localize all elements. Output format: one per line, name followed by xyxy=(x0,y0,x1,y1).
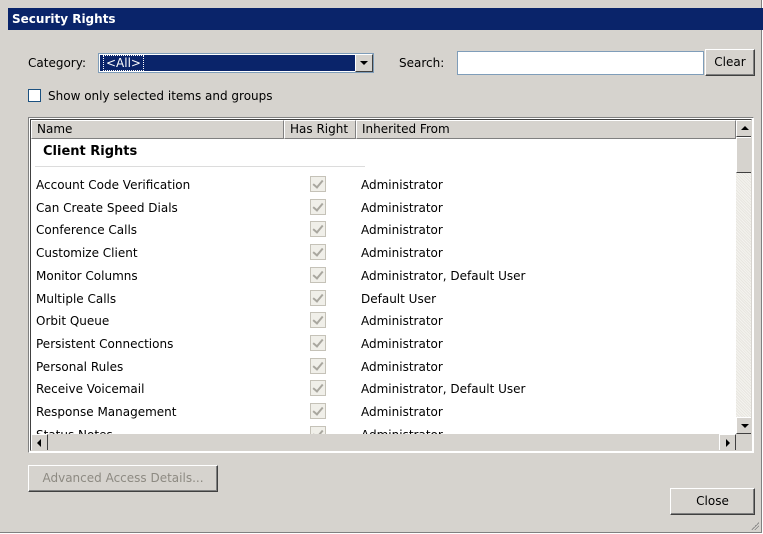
inherited-from: Default User xyxy=(361,291,437,306)
right-name: Personal Rules xyxy=(36,359,124,374)
table-row[interactable]: Persistent Connections Administrator xyxy=(31,333,731,355)
right-name: Persistent Connections xyxy=(36,336,174,351)
right-name: Conference Calls xyxy=(36,223,138,238)
table-row[interactable]: Monitor Columns Administrator, Default Us… xyxy=(31,265,731,287)
has-right-checkbox[interactable] xyxy=(310,312,326,329)
right-name: Customize Client xyxy=(36,246,138,261)
inherited-from: Administrator xyxy=(361,359,443,374)
inherited-from: Administrator, Default User xyxy=(361,382,526,397)
scroll-up-button[interactable] xyxy=(736,120,751,137)
column-header-has-right[interactable]: Has Right xyxy=(284,120,356,139)
window-title: Security Rights xyxy=(8,8,763,30)
has-right-checkbox[interactable] xyxy=(310,176,326,192)
has-right-checkbox[interactable] xyxy=(310,221,326,238)
arrow-right-icon xyxy=(726,439,730,447)
group-header-client-rights: Client Rights xyxy=(43,144,138,159)
vertical-scrollbar[interactable] xyxy=(736,120,751,434)
resize-grip[interactable] xyxy=(749,520,759,530)
has-right-checkbox[interactable] xyxy=(310,403,326,419)
table-row[interactable]: Can Create Speed Dials Administrator xyxy=(31,197,731,219)
table-row[interactable]: Multiple Calls Default User xyxy=(31,288,731,310)
search-label: Search: xyxy=(399,56,445,70)
right-name: Can Create Speed Dials xyxy=(36,200,178,215)
dropdown-arrow-button[interactable] xyxy=(355,54,373,72)
has-right-checkbox[interactable] xyxy=(310,244,326,261)
inherited-from: Administrator xyxy=(361,223,443,238)
inherited-from: Administrator xyxy=(361,336,443,351)
vertical-scroll-thumb[interactable] xyxy=(736,137,751,173)
chevron-down-icon xyxy=(360,61,368,65)
has-right-checkbox[interactable] xyxy=(310,266,326,283)
advanced-access-details-button[interactable]: Advanced Access Details... xyxy=(28,465,218,492)
group-divider xyxy=(35,166,365,167)
table-row[interactable]: Personal Rules Administrator xyxy=(31,356,731,378)
right-name: Account Code Verification xyxy=(36,178,191,192)
category-dropdown[interactable]: <All> xyxy=(98,53,374,73)
horizontal-scrollbar[interactable] xyxy=(31,434,736,450)
category-value: <All> xyxy=(103,55,144,71)
column-header-name[interactable]: Name xyxy=(31,120,284,139)
column-header-inherited-from[interactable]: Inherited From xyxy=(356,120,736,139)
inherited-from: Administrator xyxy=(361,200,443,215)
has-right-checkbox[interactable] xyxy=(310,380,326,397)
scroll-left-button[interactable] xyxy=(31,434,48,450)
right-name: Response Management xyxy=(36,405,177,419)
has-right-checkbox[interactable] xyxy=(310,357,326,374)
table-row[interactable]: Conference Calls Administrator xyxy=(31,219,731,241)
right-name: Receive Voicemail xyxy=(36,382,145,397)
scroll-corner xyxy=(736,434,751,450)
scroll-down-button[interactable] xyxy=(736,417,751,434)
right-name: Multiple Calls xyxy=(36,291,117,306)
has-right-checkbox[interactable] xyxy=(310,289,326,306)
security-rights-window: Security Rights Category: <All> Search: … xyxy=(0,0,763,533)
clear-button[interactable]: Clear xyxy=(705,49,755,76)
table-row[interactable]: Receive Voicemail Administrator, Default … xyxy=(31,378,731,400)
close-button[interactable]: Close xyxy=(670,488,755,515)
table-row[interactable]: Customize Client Administrator xyxy=(31,242,731,264)
inherited-from: Administrator xyxy=(361,314,443,329)
table-row[interactable]: Response Management Administrator xyxy=(31,401,731,423)
has-right-checkbox[interactable] xyxy=(310,334,326,351)
has-right-checkbox[interactable] xyxy=(310,198,326,215)
rights-list: Name Has Right Inherited From Client Rig… xyxy=(28,117,754,453)
arrow-left-icon xyxy=(37,439,41,447)
inherited-from: Administrator xyxy=(361,405,443,419)
table-row[interactable]: Account Code Verification Administrator xyxy=(31,174,731,196)
table-row[interactable]: Orbit Queue Administrator xyxy=(31,310,731,332)
inherited-from: Administrator xyxy=(361,246,443,261)
right-name: Monitor Columns xyxy=(36,268,138,283)
right-name: Orbit Queue xyxy=(36,314,110,329)
scroll-right-button[interactable] xyxy=(719,434,736,450)
category-label: Category: xyxy=(28,56,86,70)
show-selected-label: Show only selected items and groups xyxy=(48,89,273,103)
inherited-from: Administrator xyxy=(361,178,443,192)
arrow-down-icon xyxy=(741,424,749,428)
arrow-up-icon xyxy=(741,126,749,130)
inherited-from: Administrator, Default User xyxy=(361,268,526,283)
show-selected-checkbox[interactable] xyxy=(28,89,41,102)
search-input[interactable] xyxy=(457,51,704,75)
